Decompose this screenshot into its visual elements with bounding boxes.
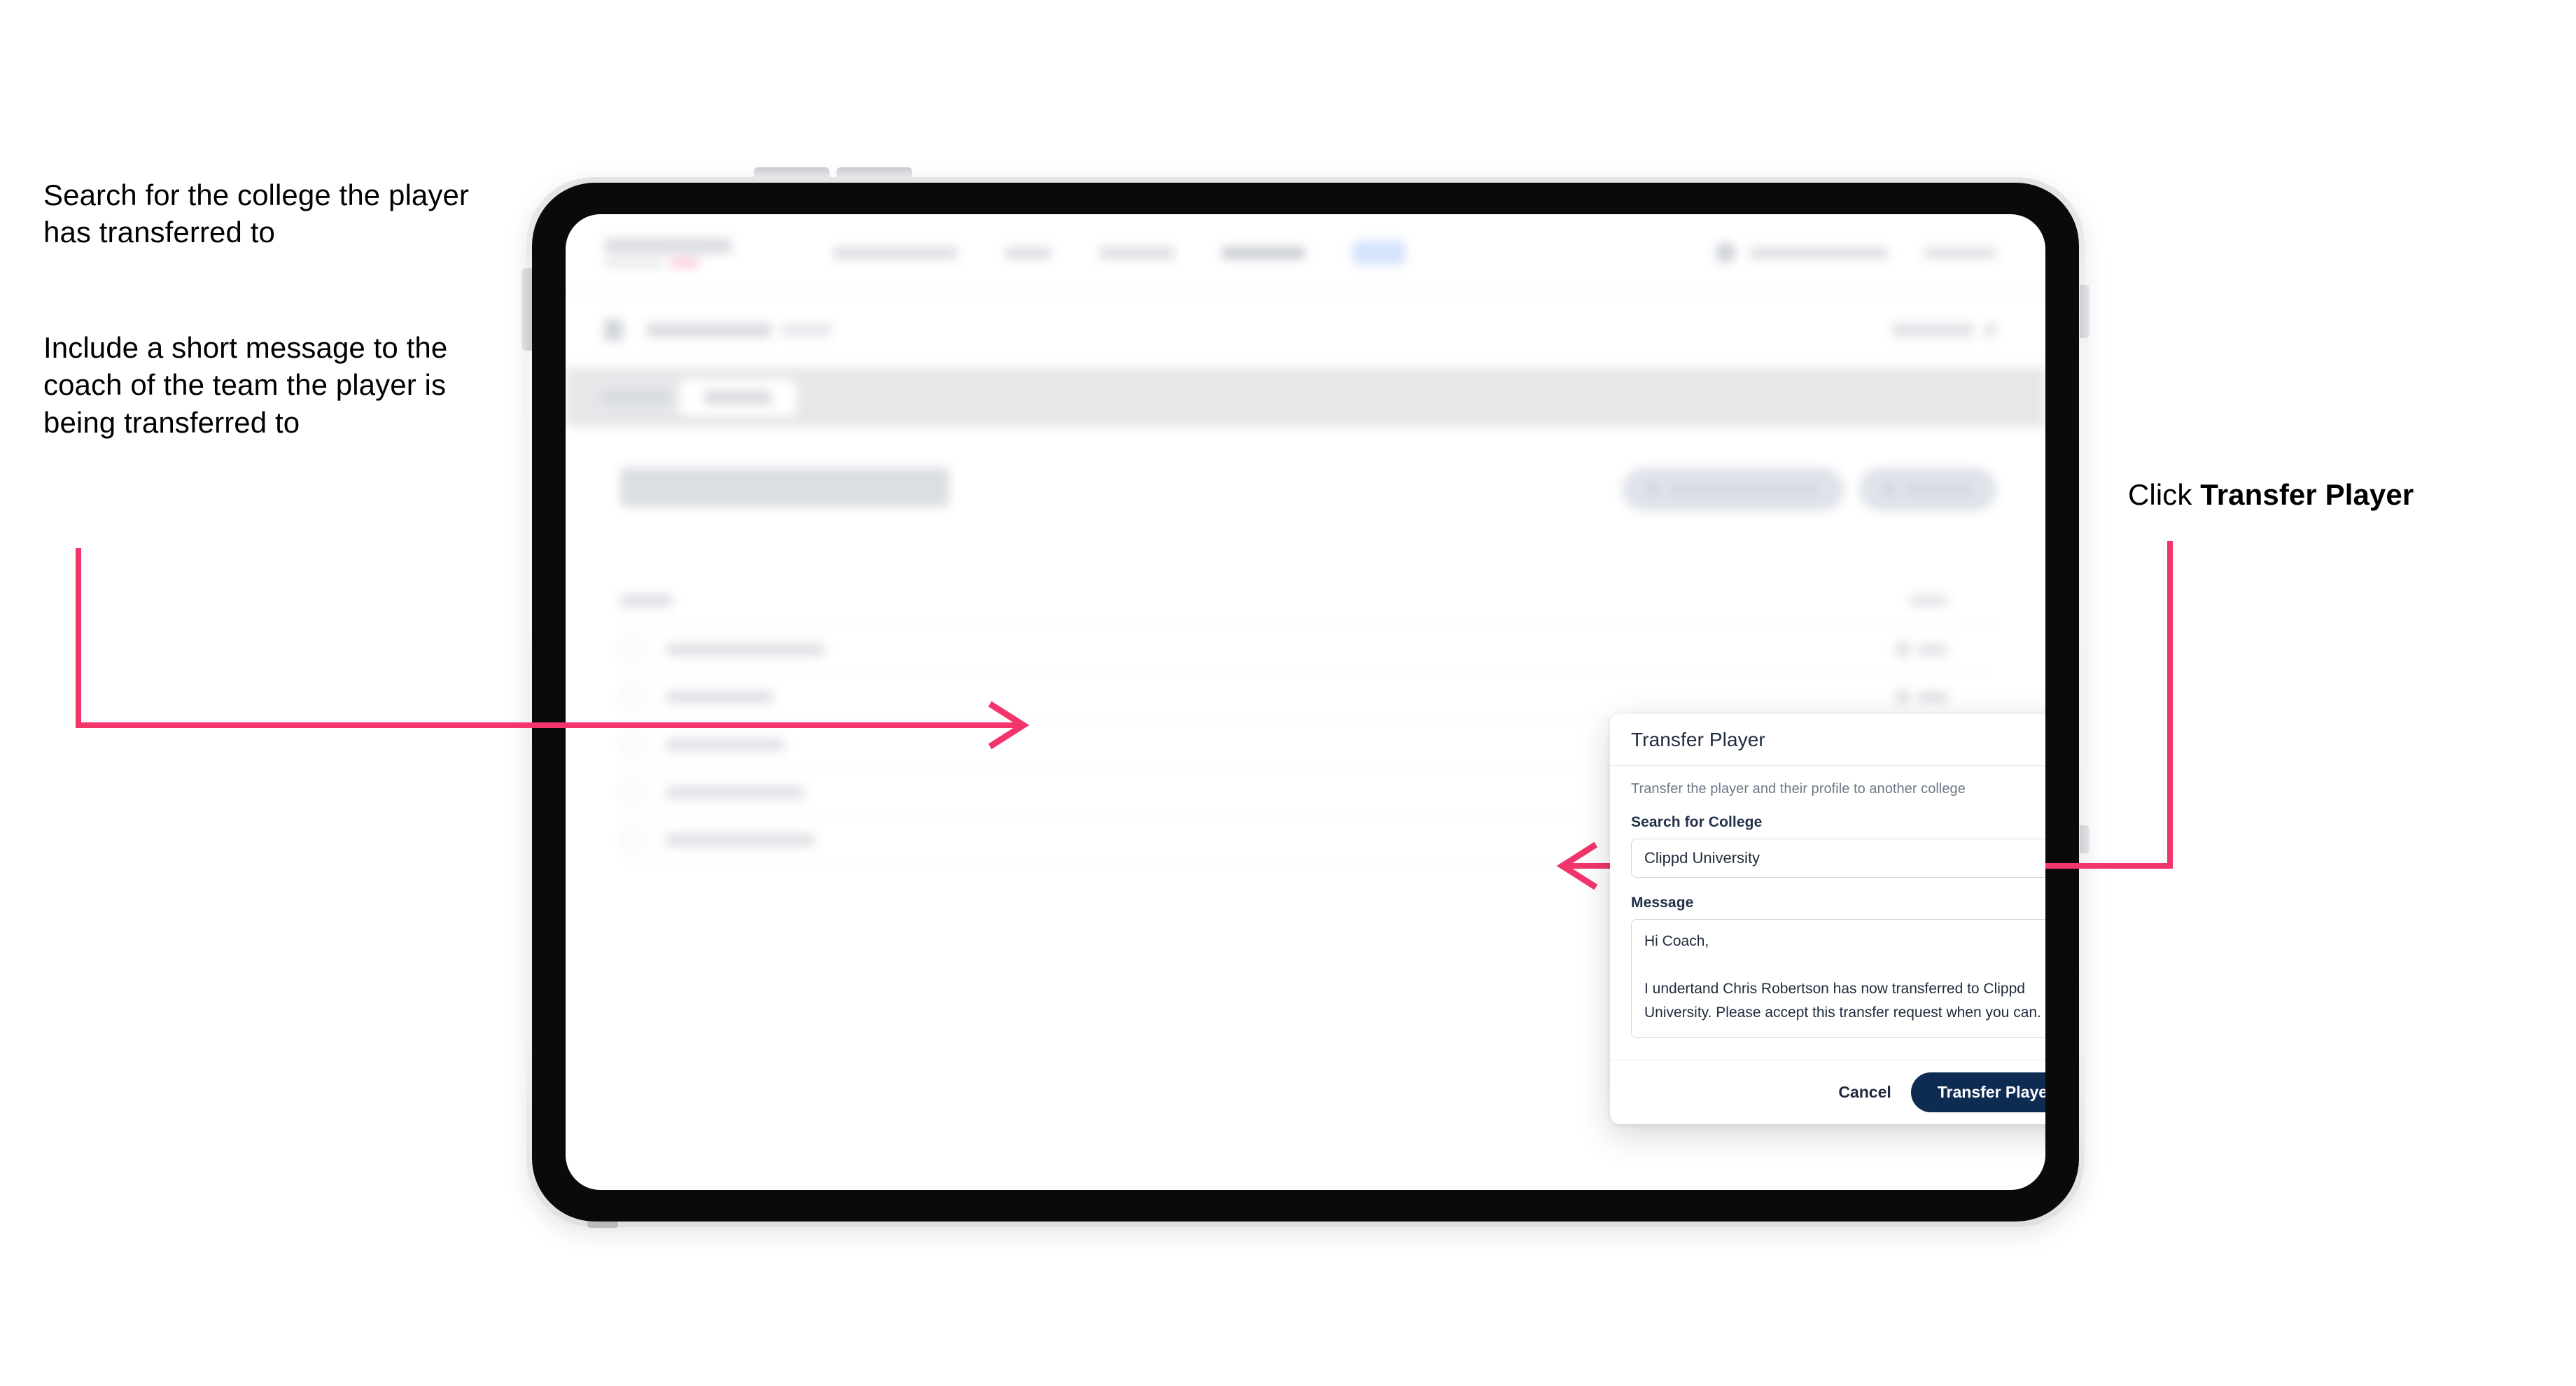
avatar (620, 636, 645, 662)
side-port-bottom (2080, 825, 2090, 853)
bottom-port (587, 1222, 618, 1228)
sign-out-link[interactable] (1924, 246, 1996, 259)
tab-inactive[interactable] (601, 391, 672, 405)
table-row[interactable] (620, 626, 1996, 673)
transfer-icon (1646, 483, 1659, 496)
screenshot-root: Search for the college the player has tr… (0, 0, 2576, 1386)
add-player-label (1905, 484, 1973, 495)
tablet-bezel: Transfer Player Transfer the player and … (532, 183, 2079, 1222)
logo-wordmark (604, 238, 732, 254)
breadcrumb-primary[interactable] (647, 322, 771, 337)
avatar (620, 779, 645, 805)
avatar (620, 827, 645, 853)
field-spacer (1631, 878, 2045, 895)
nav-item-3[interactable] (1099, 246, 1175, 260)
avatar[interactable] (1715, 242, 1736, 263)
search-college-input[interactable] (1631, 839, 2045, 878)
request-transfer-label (1669, 484, 1820, 495)
nav-item-4[interactable] (1222, 246, 1305, 260)
tablet-screen: Transfer Player Transfer the player and … (566, 214, 2045, 1190)
logo-tagline-text (604, 259, 664, 267)
volume-down-button (836, 167, 912, 178)
column-header-edit (1910, 594, 1947, 607)
nav-item-active-pill[interactable] (1352, 241, 1406, 265)
main-action-buttons (1623, 468, 1996, 511)
message-label: Message (1631, 895, 1694, 911)
tab-roster-active[interactable] (679, 379, 797, 416)
player-name (666, 690, 773, 704)
transfer-player-modal: Transfer Player Transfer the player and … (1610, 714, 2045, 1124)
breadcrumb-actions (1892, 323, 1996, 337)
player-name (666, 738, 784, 751)
nav-item-1[interactable] (833, 246, 958, 260)
breadcrumb-cancel-link[interactable] (1892, 323, 1973, 337)
avatar (620, 684, 645, 710)
message-textarea[interactable] (1631, 919, 2045, 1038)
player-name (666, 785, 804, 799)
modal-body: Transfer the player and their profile to… (1610, 766, 2045, 1060)
search-college-label: Search for College (1631, 814, 1763, 830)
player-name (666, 833, 815, 846)
annotation-click-bold: Transfer Player (2200, 478, 2414, 511)
add-player-button[interactable] (1859, 468, 1996, 511)
annotation-click-prefix: Click (2128, 478, 2201, 511)
modal-footer: Cancel Transfer Player (1610, 1060, 2045, 1124)
annotation-search-college: Search for the college the player has tr… (43, 178, 469, 249)
avatar (620, 732, 645, 757)
roster-table-header (620, 577, 1996, 626)
tab-roster-label (704, 391, 771, 405)
app-nav-links (833, 241, 1406, 265)
power-button (522, 268, 532, 351)
cancel-button[interactable]: Cancel (1838, 1083, 1891, 1102)
logo-tagline-badge (671, 258, 699, 267)
annotation-include-message: Include a short message to the coach of … (43, 331, 448, 439)
side-port-top (2080, 285, 2090, 338)
modal-header: Transfer Player (1610, 714, 2045, 766)
pencil-icon (1896, 690, 1910, 704)
breadcrumb-secondary (781, 323, 832, 336)
breadcrumb-icon (604, 318, 623, 341)
player-name (666, 643, 825, 656)
column-header-name (620, 594, 672, 607)
plus-icon (1883, 483, 1896, 496)
app-navbar (566, 214, 2045, 293)
nav-item-2[interactable] (1005, 246, 1051, 260)
edit-action[interactable] (1896, 690, 1947, 704)
app-breadcrumb (566, 293, 2045, 368)
edit-label (1918, 643, 1947, 655)
chevron-down-icon[interactable] (1984, 323, 1996, 336)
modal-title: Transfer Player (1631, 728, 1765, 750)
edit-label (1918, 691, 1947, 703)
user-email-label (1750, 246, 1887, 259)
app-logo[interactable] (604, 238, 755, 267)
app-nav-right (1715, 242, 1996, 263)
pencil-icon (1896, 643, 1910, 656)
edit-action[interactable] (1896, 643, 1947, 656)
volume-up-button (754, 167, 830, 178)
tablet-device-frame: Transfer Player Transfer the player and … (526, 177, 2085, 1227)
modal-subtitle: Transfer the player and their profile to… (1631, 781, 1966, 797)
page-title (620, 468, 949, 507)
transfer-player-submit-button[interactable]: Transfer Player (1910, 1072, 2045, 1112)
request-player-transfer-button[interactable] (1623, 468, 1844, 511)
app-tabbar (566, 368, 2045, 427)
annotation-click-transfer: Click Transfer Player (2128, 476, 2562, 513)
logo-tagline (604, 258, 755, 267)
